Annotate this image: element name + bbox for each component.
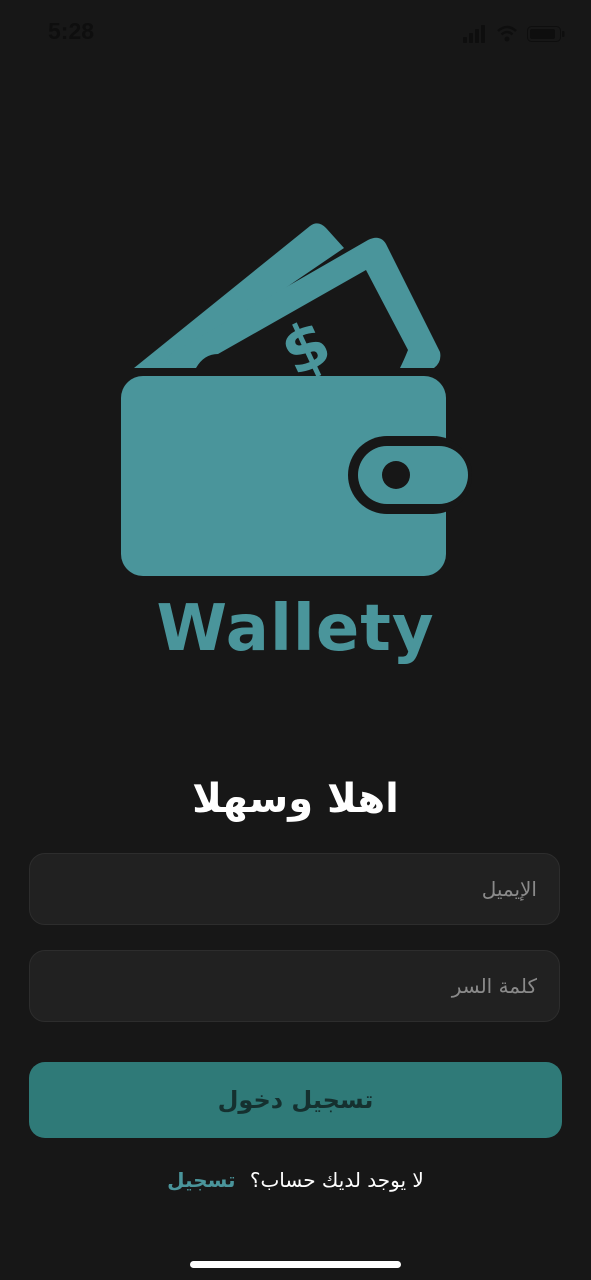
home-indicator[interactable] xyxy=(190,1261,401,1268)
status-time: 5:28 xyxy=(48,18,95,44)
status-bar: 5:28 xyxy=(0,0,591,70)
wallet-money-icon: $ xyxy=(121,223,472,576)
welcome-title: اهلا وسهلا xyxy=(192,776,399,822)
signup-row: لا يوجد لديك حساب؟ تسجيل xyxy=(0,1168,591,1192)
battery-icon xyxy=(527,26,565,42)
signup-prompt: لا يوجد لديك حساب؟ xyxy=(249,1168,424,1192)
wifi-icon xyxy=(497,25,517,42)
email-field[interactable] xyxy=(30,854,559,924)
password-field[interactable] xyxy=(30,951,559,1021)
email-field-container xyxy=(29,853,560,925)
login-button[interactable]: تسجيل دخول xyxy=(29,1062,562,1138)
brand-wordmark: Wallety xyxy=(156,592,435,666)
password-field-container xyxy=(29,950,560,1022)
signal-icon xyxy=(463,25,485,43)
signup-link[interactable]: تسجيل xyxy=(167,1168,235,1192)
